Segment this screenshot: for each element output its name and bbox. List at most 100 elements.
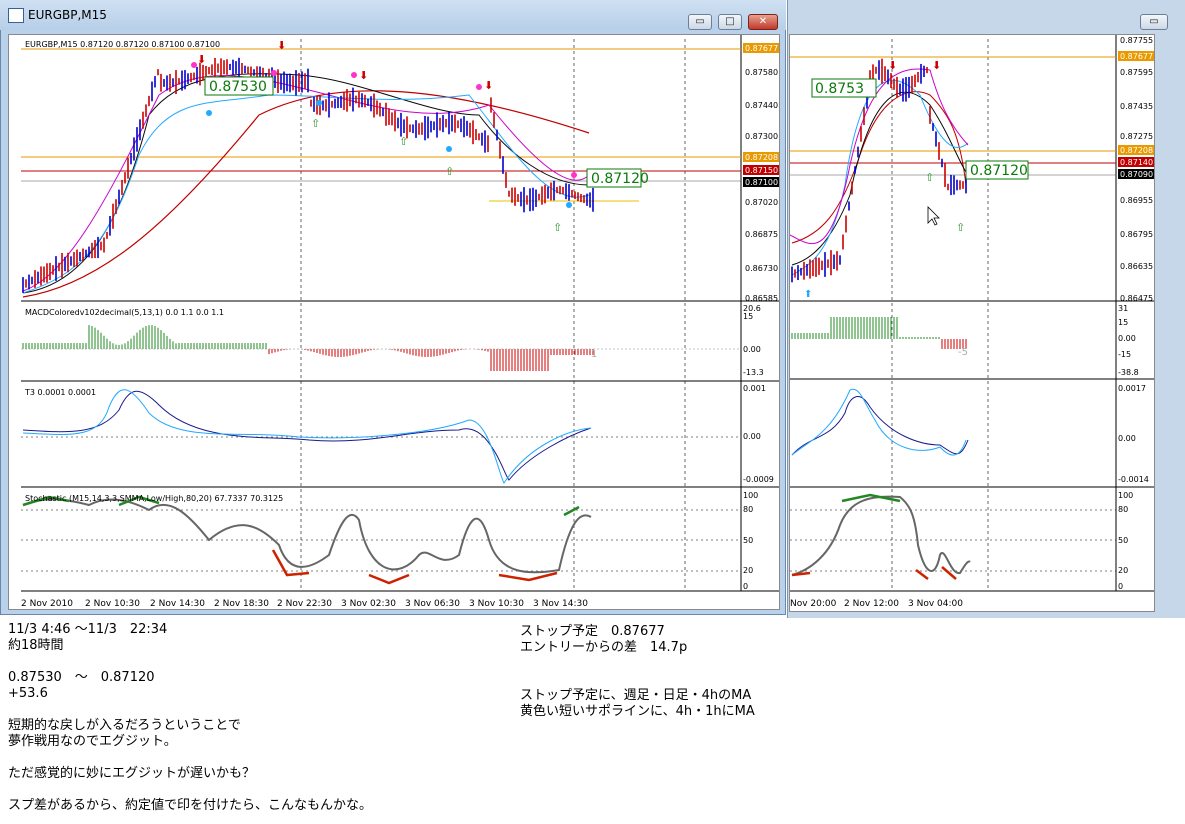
note-line: ストップ予定に、週足・日足・4hのMA <box>520 688 752 703</box>
svg-text:⇧: ⇧ <box>956 221 965 234</box>
svg-text:⇧: ⇧ <box>553 221 562 234</box>
notes-left: 11/3 4:46 ～11/3 22:34 約18時間 0.87530 ～ 0.8… <box>8 622 372 814</box>
secondary-chart-svg: ⬇ ⬇ ⇧ ⇧ ⬆ 0.8753 0.87120 -5 0.87755 0.87677… <box>789 35 1154 609</box>
price-tick: 0.87090 <box>1120 170 1153 179</box>
close-icon: ✕ <box>758 16 768 27</box>
stoch-tick: 20 <box>743 566 753 575</box>
notes-right: ストップ予定 0.87677 エントリーからの差 14.7p ストップ予定に、週足… <box>520 624 755 720</box>
note-line: 短期的な戻しが入るだろうということで <box>8 718 241 733</box>
price-tick: 0.86875 <box>745 230 778 239</box>
note-line <box>520 672 755 688</box>
note-line <box>520 656 755 672</box>
stoch-tick: 80 <box>743 505 753 514</box>
close-button[interactable]: ✕ <box>748 14 778 30</box>
stoch-tick: 80 <box>1118 505 1128 514</box>
t3-tick: -0.0014 <box>1118 475 1149 484</box>
stoch-tick: 20 <box>1118 566 1128 575</box>
svg-text:⇧: ⇧ <box>399 135 408 148</box>
svg-text:⇧: ⇧ <box>925 171 934 184</box>
price-tick: 0.87677 <box>1120 52 1153 61</box>
stoch-tick: 50 <box>1118 536 1128 545</box>
note-line: 約18時間 <box>8 638 64 653</box>
price-tick: 0.87300 <box>745 132 778 141</box>
price-tick: 0.86955 <box>1120 196 1153 205</box>
note-line <box>8 750 372 766</box>
note-line: 11/3 4:46 ～11/3 22:34 <box>8 622 168 637</box>
chart-header: EURGBP,M15 0.87120 0.87120 0.87100 0.871… <box>25 40 220 49</box>
secondary-chart-area[interactable]: ⬇ ⬇ ⇧ ⇧ ⬆ 0.8753 0.87120 -5 0.87755 0.87677… <box>789 34 1155 612</box>
t3-tick: 0.00 <box>1118 434 1136 443</box>
svg-text:⬇: ⬇ <box>932 59 941 72</box>
maximize-button[interactable]: □ <box>718 14 742 30</box>
macd-tick: -38.8 <box>1118 368 1139 377</box>
entry-price-label: 0.87530 <box>209 79 267 95</box>
t3-tick: 0.001 <box>743 384 766 393</box>
t3-header: T3 0.0001 0.0001 <box>24 388 96 397</box>
chart-window-icon <box>8 8 24 23</box>
price-tick: 0.87580 <box>745 68 778 77</box>
note-line: 夢作戦用なのでエグジット。 <box>8 734 177 749</box>
note-line: ただ感覚的に妙にエグジットが遅いかも？ <box>8 766 256 781</box>
price-tick: 0.87208 <box>745 153 778 162</box>
time-label: 2 Nov 14:30 <box>150 599 205 609</box>
minimize-icon: ▭ <box>1149 16 1159 27</box>
price-tick: 0.86475 <box>1120 294 1153 303</box>
price-tick: 0.87755 <box>1120 36 1153 45</box>
stoch-tick: 100 <box>1118 491 1133 500</box>
time-label: Nov 20:00 <box>790 599 837 609</box>
price-tick: 0.86635 <box>1120 262 1153 271</box>
minimize-icon: ▭ <box>695 16 705 27</box>
time-label: 2 Nov 18:30 <box>214 599 269 609</box>
svg-text:⇧: ⇧ <box>311 117 320 130</box>
t3-tick: 0.0017 <box>1118 384 1146 393</box>
main-chart-area[interactable]: ⬇ ⬇ ⬇ ⬇ ⇧ ⇧ ⇧ ⇧ 0.87530 0.87120 EURGBP,M15 0.8… <box>8 34 780 610</box>
secondary-minimize-button[interactable]: ▭ <box>1140 14 1168 30</box>
exit-price-label: 0.87120 <box>591 171 649 187</box>
svg-text:⇧: ⇧ <box>445 165 454 178</box>
macd-tick: 15 <box>1118 318 1128 327</box>
macd-tick: -13.3 <box>743 368 764 377</box>
svg-text:⬇: ⬇ <box>197 53 206 66</box>
price-tick: 0.86795 <box>1120 230 1153 239</box>
note-line: 0.87530 ～ 0.87120 <box>8 670 155 685</box>
note-line: ストップ予定 0.87677 <box>520 624 665 639</box>
svg-text:⬇: ⬇ <box>359 69 368 82</box>
t3-tick: -0.0009 <box>743 475 774 484</box>
price-tick: 0.87435 <box>1120 102 1153 111</box>
minimize-button[interactable]: ▭ <box>688 14 712 30</box>
price-tick: 0.86730 <box>745 264 778 273</box>
price-tick: 0.87150 <box>745 166 778 175</box>
macd-header: MACDColoredv102decimal(5,13,1) 0.0 1.1 0… <box>25 308 224 317</box>
macd-tick: -15 <box>1118 350 1131 359</box>
svg-text:⬆: ⬆ <box>804 289 812 300</box>
note-line <box>8 782 372 798</box>
secondary-entry-label: 0.8753 <box>815 81 864 97</box>
window-title: EURGBP,M15 <box>28 8 107 22</box>
main-chart-svg: ⬇ ⬇ ⬇ ⬇ ⇧ ⇧ ⇧ ⇧ 0.87530 0.87120 EURGBP,M15 0.8… <box>21 35 779 609</box>
t3-tick: 0.00 <box>743 432 761 441</box>
time-label: 3 Nov 04:00 <box>908 599 963 609</box>
stoch-tick: 0 <box>743 582 748 591</box>
mouse-cursor-icon <box>927 206 940 226</box>
svg-text:⬇: ⬇ <box>484 79 493 92</box>
time-label: 3 Nov 14:30 <box>533 599 588 609</box>
svg-text:⬇: ⬇ <box>888 59 897 72</box>
note-line: スプ差があるから、約定値で印を付けたら、こんなもんかな。 <box>8 798 373 813</box>
price-tick: 0.87275 <box>1120 132 1153 141</box>
time-label: 3 Nov 06:30 <box>405 599 460 609</box>
price-tick: 0.86585 <box>745 294 778 303</box>
macd-tick: 15 <box>743 312 753 321</box>
price-tick: 0.87140 <box>1120 158 1153 167</box>
time-label: 2 Nov 10:30 <box>85 599 140 609</box>
price-tick: 0.87020 <box>745 198 778 207</box>
macd-tick: 31 <box>1118 304 1128 313</box>
time-label: 3 Nov 02:30 <box>341 599 396 609</box>
macd-tick: 0.00 <box>743 345 761 354</box>
window-title-bar[interactable]: EURGBP,M15 <box>0 0 786 30</box>
note-line <box>8 702 372 718</box>
note-line: 黄色い短いサポラインに、4h・1hにMA <box>520 704 755 719</box>
svg-text:⬇: ⬇ <box>277 39 286 52</box>
time-label: 2 Nov 22:30 <box>277 599 332 609</box>
stoch-tick: 100 <box>743 491 758 500</box>
secondary-macd-right-value: -5 <box>958 347 968 358</box>
